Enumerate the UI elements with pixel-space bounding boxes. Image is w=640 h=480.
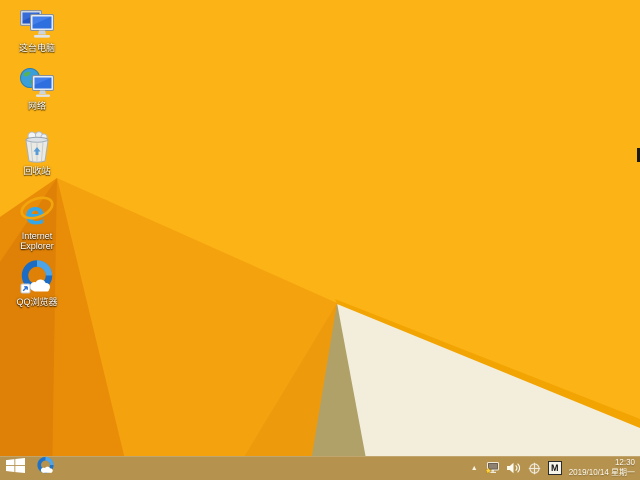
taskbar-clock[interactable]: 12:30 2019/10/14 星期一: [569, 458, 635, 478]
this-pc-icon: [20, 8, 54, 40]
wallpaper-facet-mid: [0, 178, 370, 480]
desktop-icon-network[interactable]: 网络: [2, 66, 72, 111]
network-status-icon[interactable]: [484, 461, 500, 475]
clock-date: 2019/10/14 星期一: [568, 468, 635, 477]
ime-indicator[interactable]: M: [547, 461, 562, 475]
crosshair-tray-icon[interactable]: [528, 462, 541, 475]
desktop-icon-this-pc[interactable]: 这台电脑: [2, 8, 72, 53]
taskbar-qq-browser-button[interactable]: [30, 456, 60, 480]
desktop-icon-label: 这台电脑: [18, 43, 55, 53]
volume-icon[interactable]: [506, 462, 521, 474]
show-hidden-icons-chevron-icon[interactable]: ▲: [471, 465, 478, 472]
taskbar: ▲ M 12:30 2019/10/14 星期一: [0, 456, 640, 480]
desktop-icon-qq-browser[interactable]: QQ浏览器: [2, 260, 72, 307]
wallpaper-facet-cream: [337, 304, 640, 480]
desktop-icon-label: QQ浏览器: [16, 297, 58, 307]
desktop-icon-label: 回收站: [23, 166, 51, 176]
clock-time: 12:30: [614, 458, 635, 467]
wallpaper-facet-mid2: [230, 303, 337, 480]
qq-browser-icon: [20, 260, 54, 294]
desktop-icon-label: Internet Explorer: [20, 231, 54, 251]
qq-browser-taskbar-icon: [36, 456, 55, 480]
wallpaper-facet-darker: [0, 178, 57, 480]
start-button[interactable]: [0, 456, 30, 480]
internet-explorer-icon: e: [19, 196, 55, 228]
desktop-icon-internet-explorer[interactable]: e Internet Explorer: [2, 196, 72, 251]
desktop-icon-label: 网络: [27, 101, 46, 111]
windows-logo-icon: [5, 458, 25, 478]
system-tray: ▲ M 12:30 2019/10/14 星期一: [471, 458, 640, 478]
wallpaper-facet-khaki: [308, 303, 370, 480]
wallpaper-facet-dark: [0, 178, 130, 480]
wallpaper-gold-edge-line: [335, 299, 640, 431]
recycle-bin-icon: [23, 131, 51, 163]
desktop: 这台电脑 网络 回收站 e Internet Explorer QQ浏览器 ▲ …: [0, 0, 640, 480]
network-icon: [20, 66, 54, 98]
desktop-icon-recycle-bin[interactable]: 回收站: [2, 131, 72, 176]
